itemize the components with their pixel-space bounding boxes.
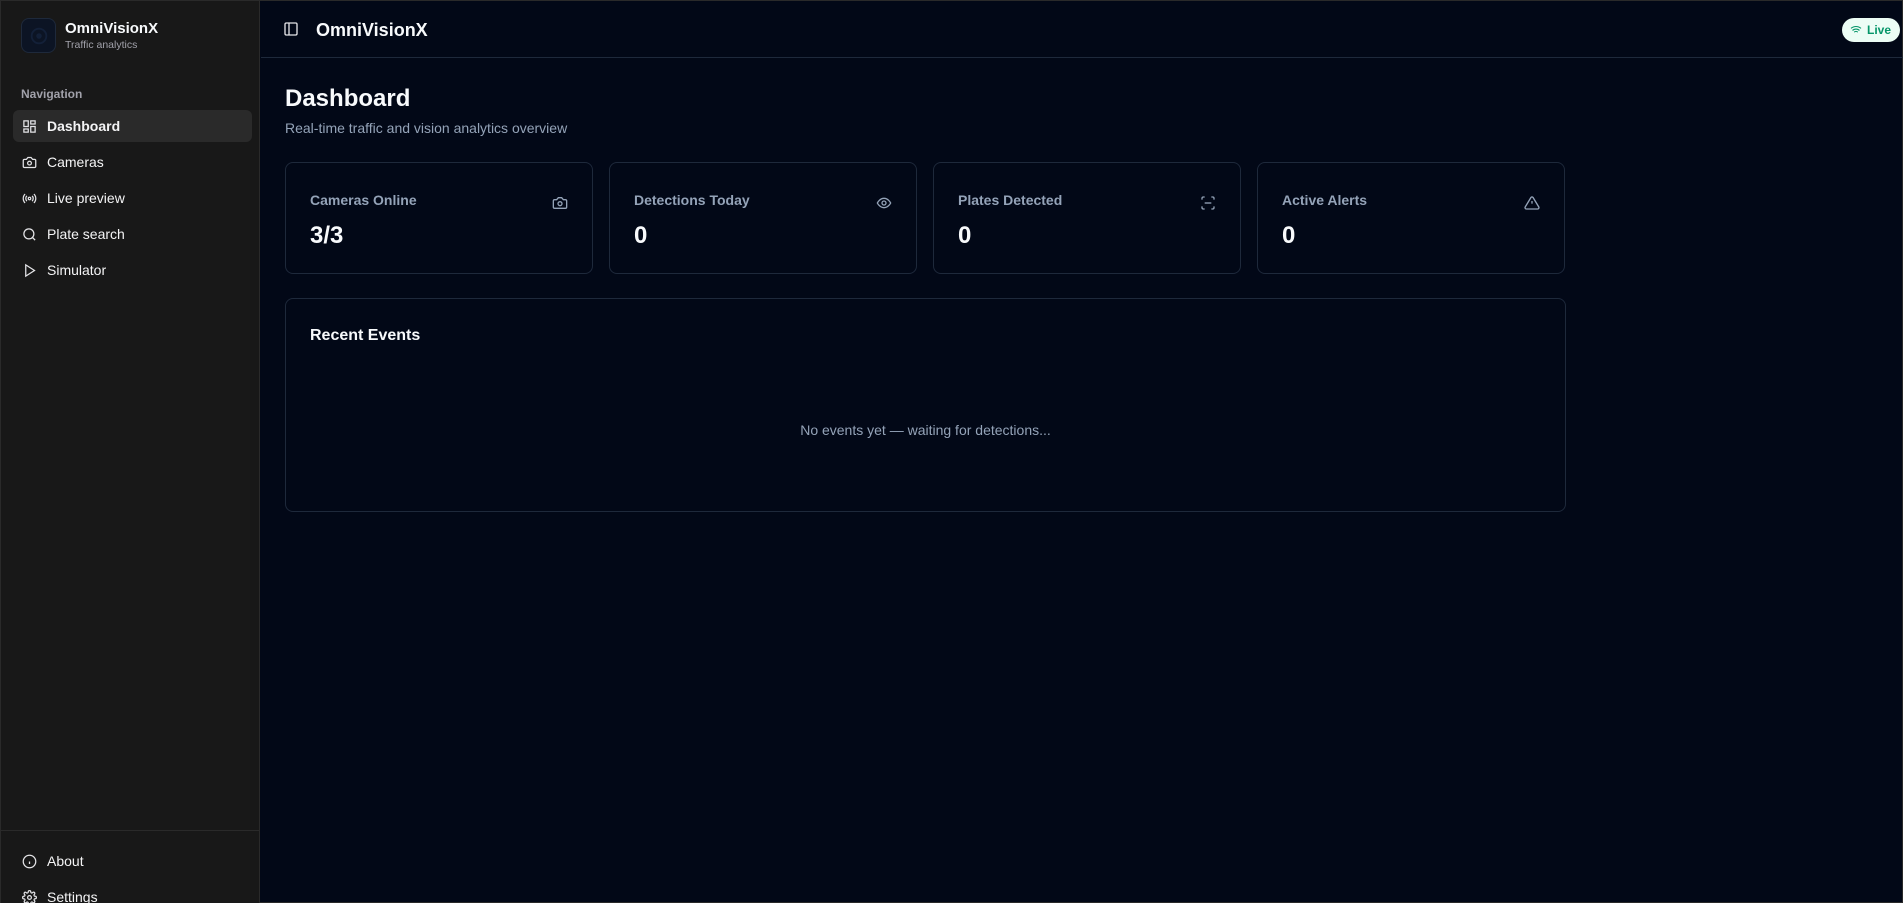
sidebar-item-live-preview[interactable]: Live preview [13,182,252,214]
eye-icon [876,197,892,209]
page-title: Dashboard [285,85,411,112]
stats-cards: Cameras Online 3/3 Detections Today 0 Pl… [285,162,1581,274]
recent-events-title: Recent Events [310,327,421,344]
header-title: OmniVisionX [316,20,428,40]
sidebar-item-label: Cameras [47,154,104,170]
brand-subtitle: Traffic analytics [65,39,138,51]
info-icon [22,854,37,868]
live-status-badge[interactable]: Live [1841,18,1900,42]
sidebar-item-label: Settings [47,889,98,903]
sidebar-item-about[interactable]: About [13,845,247,877]
sidebar-item-settings[interactable]: Settings [13,881,247,903]
search-icon [23,227,36,241]
recent-events-panel: Recent Events No events yet — waiting fo… [285,298,1566,512]
stat-label: Cameras Online [310,192,417,208]
stat-card-detections-today: Detections Today 0 [609,162,917,274]
nav-heading: Navigation [21,87,83,101]
stat-label: Active Alerts [1282,192,1368,208]
dashboard-icon [23,119,36,133]
wifi-icon [1850,26,1862,35]
top-header: OmniVisionX Live [261,1,1903,58]
scan-icon [1201,196,1215,210]
stat-card-cameras-online: Cameras Online 3/3 [285,162,593,274]
sidebar: OmniVisionX Traffic analytics Navigation… [1,1,260,903]
sidebar-item-label: Dashboard [47,118,121,134]
sidebar-item-simulator[interactable]: Simulator [13,254,252,286]
camera-icon [552,197,568,209]
stat-value: 0 [1282,222,1296,249]
alert-triangle-icon [1524,196,1540,210]
brand[interactable]: OmniVisionX Traffic analytics [21,18,158,53]
brand-name: OmniVisionX [65,20,159,37]
sidebar-item-plate-search[interactable]: Plate search [13,218,252,250]
stat-card-active-alerts: Active Alerts 0 [1257,162,1565,274]
empty-state-message: No events yet — waiting for detections..… [800,422,1051,438]
stat-label: Detections Today [634,192,750,208]
sidebar-toggle-icon[interactable] [283,21,299,37]
stat-value: 3/3 [310,222,344,249]
broadcast-icon [22,193,37,203]
sidebar-item-cameras[interactable]: Cameras [13,146,252,178]
stat-value: 0 [634,222,648,249]
gear-icon [22,889,37,903]
sidebar-item-dashboard[interactable]: Dashboard [13,110,252,142]
camera-icon [22,156,37,168]
live-status-label: Live [1866,23,1891,37]
app-window: OmniVisionX Traffic analytics Navigation… [0,0,1903,903]
sidebar-item-label: Live preview [47,190,125,206]
stat-value: 0 [958,222,972,249]
play-icon [25,263,36,277]
logo-icon [30,27,47,44]
sidebar-item-label: Plate search [47,226,125,242]
page-subtitle: Real-time traffic and vision analytics o… [285,120,568,136]
brand-logo [21,18,56,53]
sidebar-item-label: Simulator [47,262,107,278]
sidebar-item-label: About [47,853,84,869]
sidebar-nav: Dashboard Cameras Live preview Plate sea… [13,110,252,290]
stat-card-plates-detected: Plates Detected 0 [933,162,1241,274]
stat-label: Plates Detected [958,192,1063,208]
sidebar-footer: About Settings [1,830,259,903]
